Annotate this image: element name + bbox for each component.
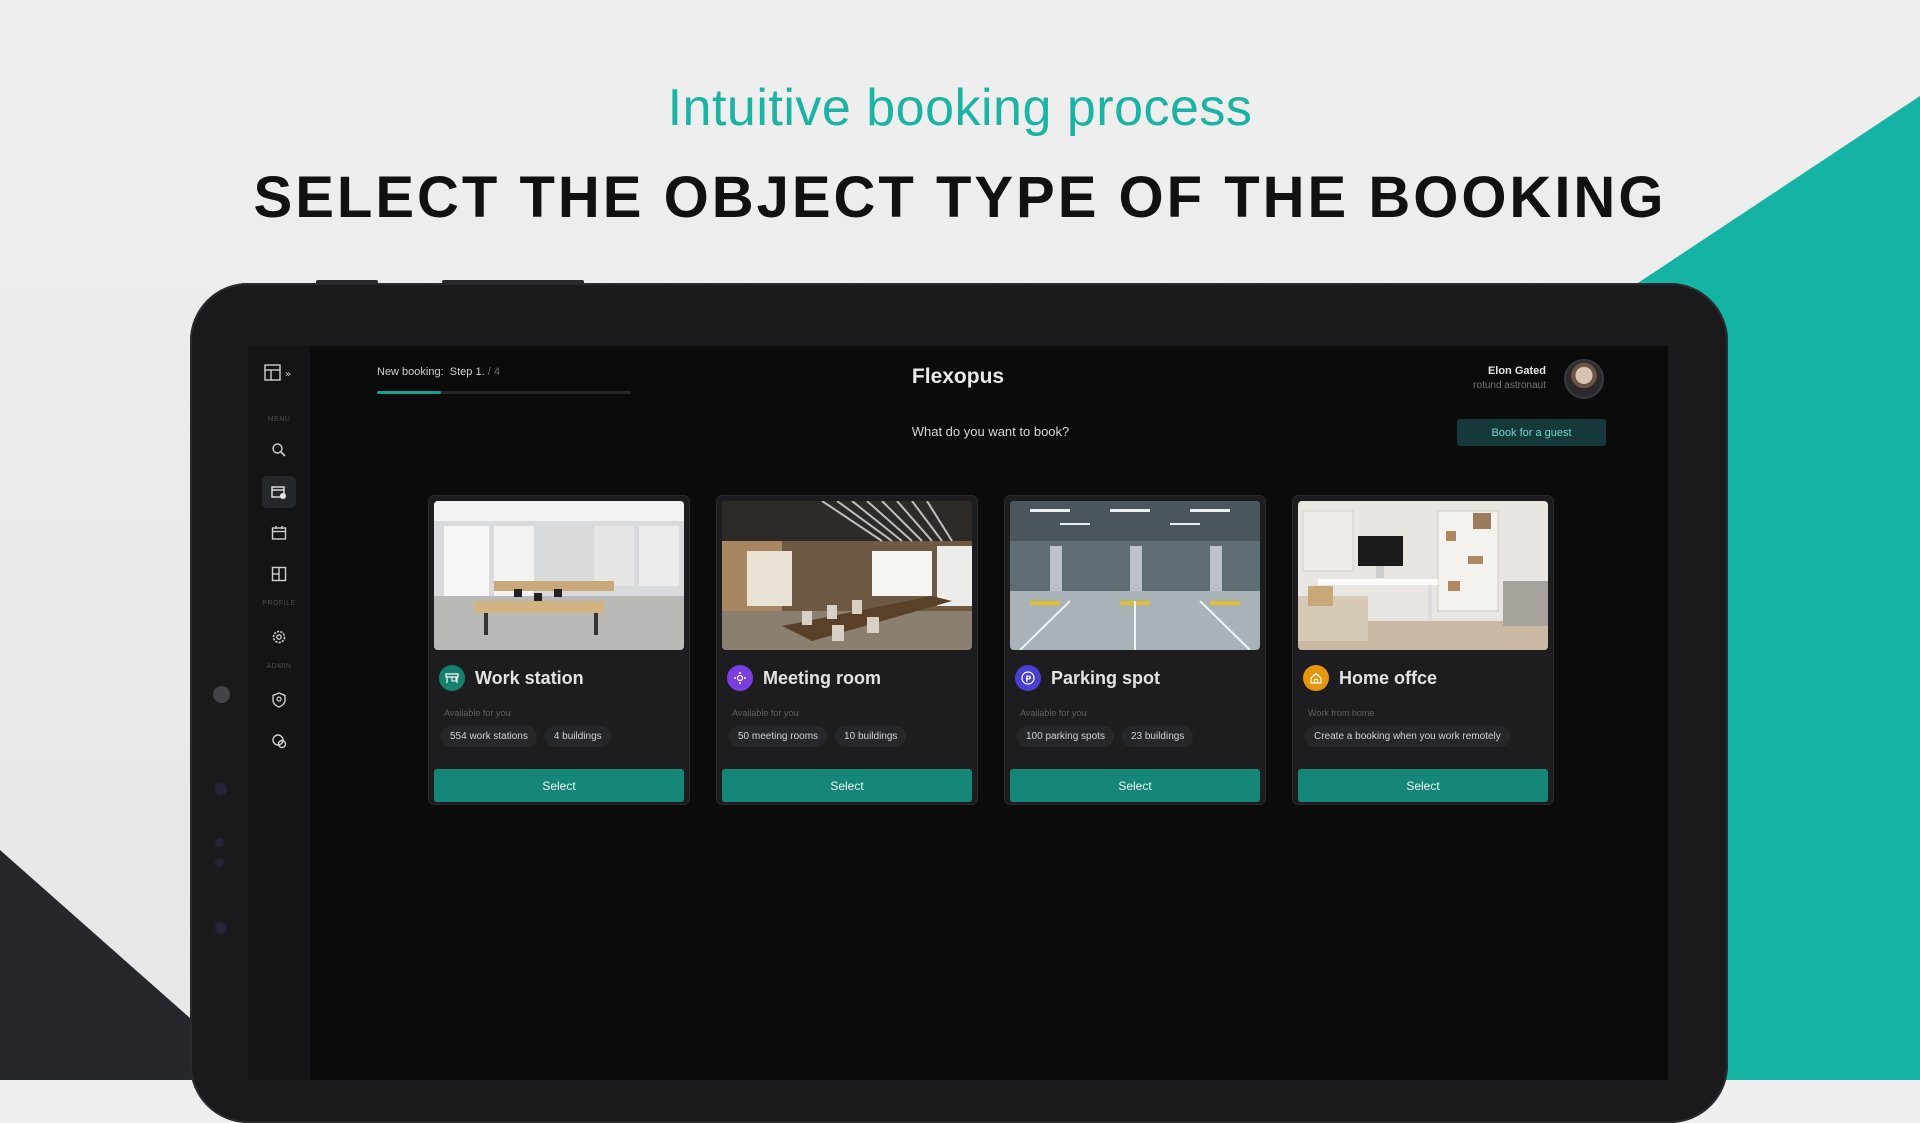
chip-buildings: 10 buildings: [835, 726, 907, 747]
user-name: Elon Gated: [1487, 365, 1546, 377]
chip-buildings: 23 buildings: [1121, 726, 1194, 747]
user-role: rotund astronaut: [1473, 380, 1546, 391]
card-subtitle: Available for you: [444, 708, 511, 718]
object-card-work-station: Work station Available for you 554 work …: [428, 495, 690, 805]
chip-buildings: 4 buildings: [544, 726, 611, 747]
meeting-room-photo: [722, 501, 972, 650]
object-card-home-office: Home offce Work from home Create a booki…: [1292, 495, 1554, 805]
card-title: Work station: [475, 667, 584, 688]
card-title-row: Meeting room: [727, 665, 881, 691]
card-title-row: P Parking spot: [1015, 665, 1160, 691]
hero-title: SELECT THE OBJECT TYPE OF THE BOOKING: [253, 165, 1667, 230]
booking-question: What do you want to book?: [911, 424, 1070, 439]
home-office-photo: [1298, 501, 1548, 650]
svg-text:P: P: [1025, 674, 1031, 683]
shield-icon[interactable]: [262, 684, 296, 716]
object-card-parking-spot: P Parking spot Available for you 100 par…: [1004, 495, 1266, 805]
chip-count: 554 work stations: [441, 726, 537, 747]
sidebar-section-admin: ADMIN: [266, 663, 292, 670]
card-subtitle: Available for you: [1020, 708, 1087, 718]
card-subtitle: Work from home: [1308, 708, 1375, 718]
card-title: Home offce: [1339, 667, 1438, 688]
sidebar-section-menu: MENU: [267, 416, 291, 423]
tablet-sensor: [215, 783, 227, 795]
card-title-row: Home offce: [1303, 665, 1437, 691]
parking-spot-photo: [1010, 501, 1260, 650]
chip-remote-info: Create a booking when you work remotely: [1305, 726, 1510, 747]
select-work-station-button[interactable]: Select: [434, 769, 684, 802]
step-progress-bar: [377, 391, 631, 394]
step-progress-fill: [377, 391, 441, 394]
select-meeting-room-button[interactable]: Select: [722, 769, 972, 802]
tablet-camera: [213, 686, 230, 703]
work-station-photo: [434, 501, 684, 650]
tablet-sensor: [215, 838, 224, 847]
chip-count: 50 meeting rooms: [729, 726, 828, 747]
support-icon[interactable]: [262, 725, 296, 757]
booking-icon[interactable]: [262, 476, 296, 508]
sidebar: » MENU PROFILE ADMIN: [248, 346, 310, 1080]
home-icon: [1303, 665, 1329, 691]
tablet-sensor: [215, 858, 224, 867]
book-for-guest-button[interactable]: Book for a guest: [1457, 419, 1606, 446]
app-brand: Flexopus: [911, 365, 1005, 388]
card-title: Meeting room: [763, 667, 882, 688]
object-card-meeting-room: Meeting room Available for you 50 meetin…: [716, 495, 978, 805]
chip-count: 100 parking spots: [1017, 726, 1114, 747]
hero-subtitle: Intuitive booking process: [667, 79, 1253, 137]
avatar[interactable]: [1564, 359, 1604, 399]
settings-icon[interactable]: [262, 621, 296, 653]
card-title-row: Work station: [439, 665, 584, 691]
tablet-sensor: [215, 922, 227, 934]
parking-icon: P: [1015, 665, 1041, 691]
app-screen: » MENU PROFILE ADMIN New booking: Step 1…: [248, 346, 1668, 1080]
select-home-office-button[interactable]: Select: [1298, 769, 1548, 802]
select-parking-spot-button[interactable]: Select: [1010, 769, 1260, 802]
floorplan-icon[interactable]: [262, 558, 296, 590]
calendar-icon[interactable]: [262, 517, 296, 549]
card-title: Parking spot: [1051, 667, 1161, 688]
desk-icon: [439, 665, 465, 691]
sidebar-section-profile: PROFILE: [262, 600, 296, 607]
card-subtitle: Available for you: [732, 708, 799, 718]
meeting-icon: [727, 665, 753, 691]
